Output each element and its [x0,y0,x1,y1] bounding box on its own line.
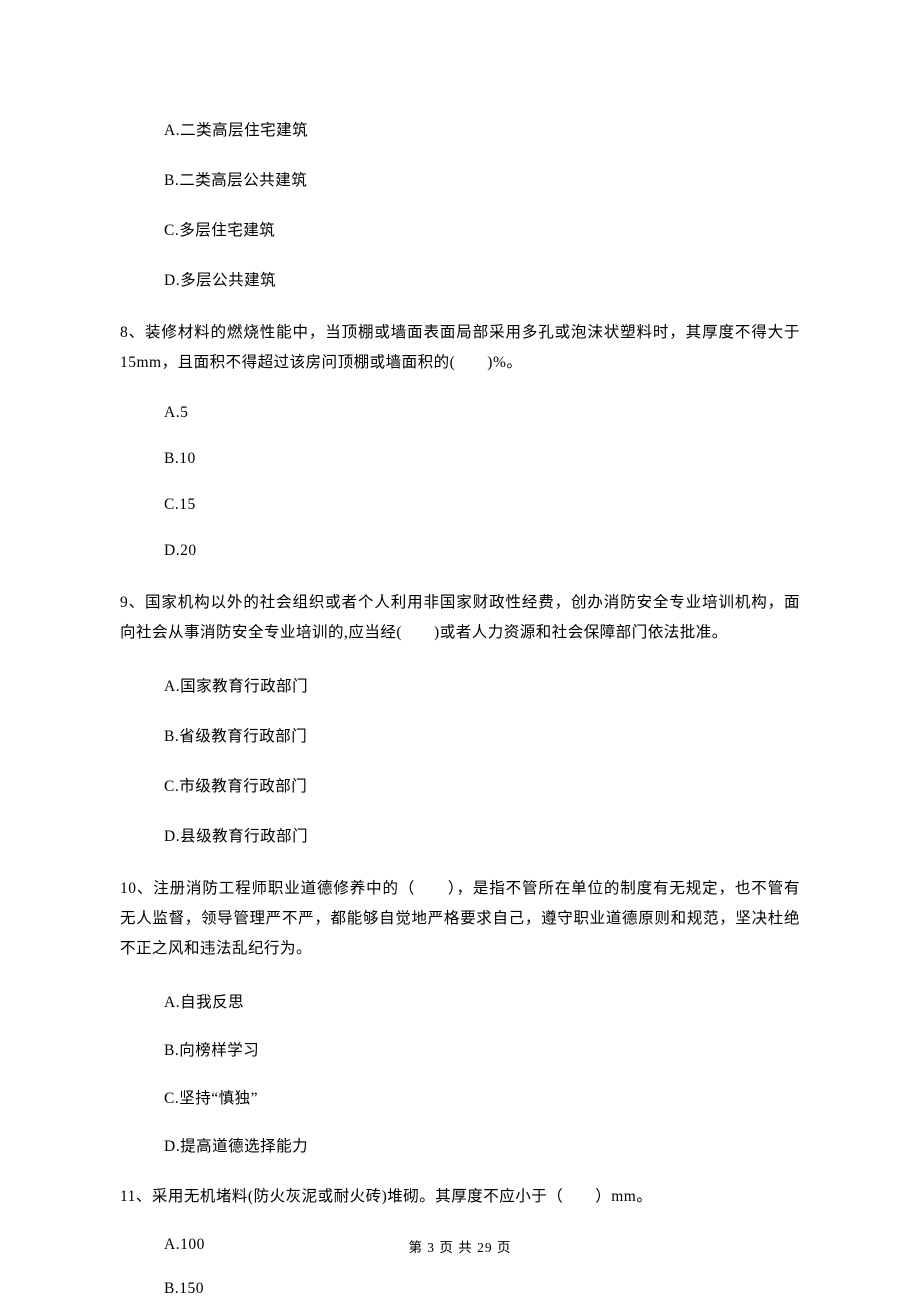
q9-option-a: A.国家教育行政部门 [164,674,800,696]
question-9-text: 9、国家机构以外的社会组织或者个人利用非国家财政性经费，创办消防安全专业培训机构… [120,588,800,648]
q8-option-d: D.20 [164,542,800,560]
q10-option-d: D.提高道德选择能力 [164,1134,800,1156]
question-10-text: 10、注册消防工程师职业道德修养中的（ ），是指不管所在单位的制度有无规定，也不… [120,874,800,964]
q7-option-b: B.二类高层公共建筑 [164,168,800,190]
q9-option-c: C.市级教育行政部门 [164,774,800,796]
q7-option-c: C.多层住宅建筑 [164,218,800,240]
q10-option-b: B.向榜样学习 [164,1038,800,1060]
q8-option-b: B.10 [164,450,800,468]
q9-option-d: D.县级教育行政部门 [164,824,800,846]
q8-option-c: C.15 [164,496,800,514]
page: A.二类高层住宅建筑 B.二类高层公共建筑 C.多层住宅建筑 D.多层公共建筑 … [0,0,920,1302]
q9-option-b: B.省级教育行政部门 [164,724,800,746]
question-10-options: A.自我反思 B.向榜样学习 C.坚持“慎独” D.提高道德选择能力 [120,990,800,1156]
question-11-text: 11、采用无机堵料(防火灰泥或耐火砖)堆砌。其厚度不应小于（ ）mm。 [120,1182,800,1212]
question-8-text: 8、装修材料的燃烧性能中，当顶棚或墙面表面局部采用多孔或泡沫状塑料时，其厚度不得… [120,318,800,378]
page-footer: 第 3 页 共 29 页 [0,1236,920,1256]
q8-option-a: A.5 [164,404,800,422]
question-8-options: A.5 B.10 C.15 D.20 [120,404,800,560]
q10-option-a: A.自我反思 [164,990,800,1012]
question-7-options: A.二类高层住宅建筑 B.二类高层公共建筑 C.多层住宅建筑 D.多层公共建筑 [120,118,800,290]
q7-option-a: A.二类高层住宅建筑 [164,118,800,140]
question-9-options: A.国家教育行政部门 B.省级教育行政部门 C.市级教育行政部门 D.县级教育行… [120,674,800,846]
q11-option-b: B.150 [164,1280,800,1298]
q7-option-d: D.多层公共建筑 [164,268,800,290]
q10-option-c: C.坚持“慎独” [164,1086,800,1108]
